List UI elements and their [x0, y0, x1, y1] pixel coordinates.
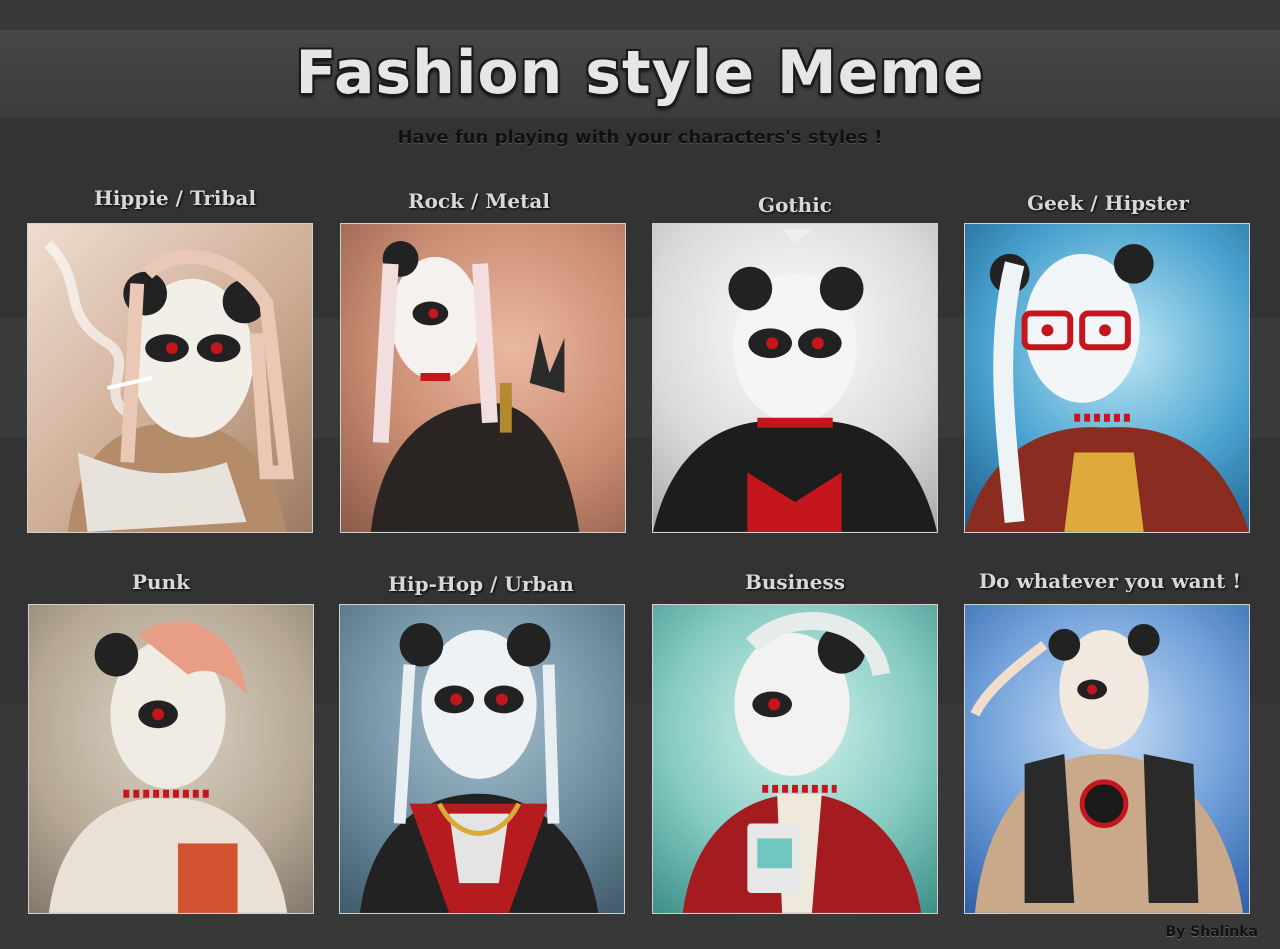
- label-punk: Punk: [132, 570, 190, 594]
- label-business: Business: [744, 570, 846, 594]
- artwork-hippie-tribal: [27, 223, 313, 533]
- artist-credit: By Shalinka: [1165, 924, 1259, 940]
- label-hip-hop-urban: Hip-Hop / Urban: [388, 572, 574, 596]
- page-subtitle: Have fun playing with your characters's …: [397, 127, 883, 148]
- artwork-hip-hop-urban: [339, 604, 625, 914]
- label-geek-hipster: Geek / Hipster: [1027, 191, 1189, 215]
- artwork-rock-metal: [340, 223, 626, 533]
- label-rock-metal: Rock / Metal: [408, 189, 550, 213]
- label-do-whatever-you-want: Do whatever you want !: [978, 569, 1242, 593]
- page-title: Fashion style Meme: [295, 38, 985, 108]
- artwork-geek-hipster: [964, 223, 1250, 533]
- artwork-business: [652, 604, 938, 914]
- label-gothic: Gothic: [758, 193, 832, 217]
- panda-portrait-illustration: [44, 240, 294, 532]
- artwork-gothic: [652, 223, 938, 533]
- artwork-punk: [28, 604, 314, 914]
- background-band-top: [0, 0, 1280, 30]
- artwork-do-whatever-you-want: [964, 604, 1250, 914]
- label-hippie-tribal: Hippie / Tribal: [93, 186, 257, 210]
